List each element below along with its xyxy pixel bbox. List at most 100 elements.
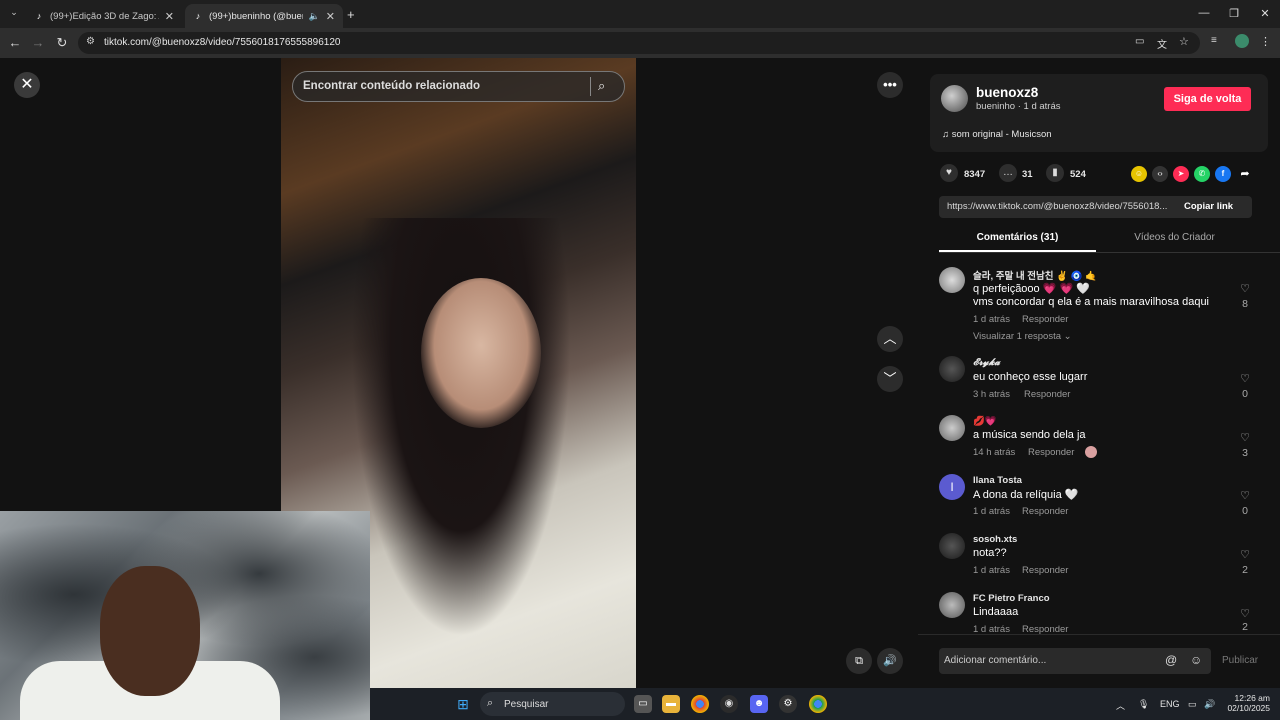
emoji-icon[interactable]: ☺: [1190, 653, 1202, 667]
cast-icon[interactable]: ▭: [1135, 36, 1144, 47]
facebook-icon[interactable]: f: [1215, 166, 1231, 182]
comment-like-icon[interactable]: ♡: [1237, 372, 1253, 385]
music-label: som original - Musicson: [951, 129, 1052, 140]
creator-username[interactable]: buenoxz8: [976, 85, 1038, 100]
comment-username[interactable]: 𝓔𝓻𝔂𝓴𝓪: [973, 357, 1000, 368]
emoji-share-icon[interactable]: ☺: [1131, 166, 1147, 182]
restore-icon[interactable]: ❐: [1227, 7, 1241, 20]
comment-username[interactable]: Ilana Tosta: [973, 475, 1022, 486]
network-icon[interactable]: ▭: [1188, 699, 1197, 710]
language-indicator[interactable]: ENG: [1160, 699, 1180, 709]
reply-button[interactable]: Responder: [1024, 389, 1070, 400]
embed-icon[interactable]: ‹›: [1152, 166, 1168, 182]
minimize-icon[interactable]: —: [1197, 7, 1211, 19]
site-info-icon[interactable]: ⚙: [86, 36, 95, 47]
comment-avatar[interactable]: [939, 356, 965, 382]
comment-text: q perfeiçãooo 💗 💗 🤍: [973, 283, 1090, 295]
follow-back-button[interactable]: Siga de volta: [1164, 87, 1251, 111]
more-share-icon[interactable]: ➦: [1237, 166, 1253, 182]
volume-icon[interactable]: 🔊: [877, 648, 903, 674]
tiktok-icon: ♪: [195, 11, 201, 21]
discord-icon[interactable]: ☻: [750, 695, 768, 713]
tab-divider: [939, 252, 1280, 253]
bookmark-star-icon[interactable]: ☆: [1179, 35, 1189, 48]
close-window-icon[interactable]: ✕: [1258, 7, 1272, 20]
more-options-icon[interactable]: •••: [877, 72, 903, 98]
comment-username[interactable]: 슬라, 주말 내 전남친 ✌ 🧿 🤙: [973, 268, 1097, 282]
video-link[interactable]: https://www.tiktok.com/@buenoxz8/video/7…: [947, 201, 1179, 212]
view-replies-button[interactable]: Visualizar 1 resposta ⌄: [973, 331, 1072, 342]
clock[interactable]: 12:26 am 02/10/2025: [1226, 693, 1270, 713]
comment-count: 31: [1022, 169, 1033, 180]
music-row[interactable]: ♫ som original - Musicson: [942, 129, 1052, 140]
creator-liked-avatar: [1085, 446, 1097, 458]
comment-avatar[interactable]: [939, 267, 965, 293]
video-frame-face: [421, 278, 541, 428]
close-tab-icon[interactable]: ✕: [326, 10, 335, 23]
close-tab-icon[interactable]: ✕: [165, 10, 174, 23]
translate-icon[interactable]: 文: [1157, 36, 1167, 51]
mini-player-icon[interactable]: ⧉: [846, 648, 872, 674]
file-explorer-icon[interactable]: ▬: [662, 695, 680, 713]
obs-icon[interactable]: ◉: [720, 695, 738, 713]
comment-like-icon[interactable]: ♡: [1237, 282, 1253, 295]
chrome-icon[interactable]: [691, 695, 709, 713]
search-icon[interactable]: ⌕: [598, 78, 605, 94]
windows-start-icon[interactable]: ⊞: [454, 695, 472, 713]
taskbar-search-icon: ⌕: [487, 697, 494, 709]
mention-icon[interactable]: @: [1165, 653, 1177, 667]
browser-tab-1[interactable]: ♪ (99+)Edição 3D de Zago: A Me ✕: [26, 4, 182, 28]
taskbar-search[interactable]: [480, 692, 625, 716]
close-video-button[interactable]: ✕: [14, 72, 40, 98]
search-divider: [590, 77, 591, 96]
comment-like-count: 2: [1242, 564, 1248, 576]
tab-title: (99+)bueninho (@buenoxz: [209, 10, 303, 22]
comment-like-icon[interactable]: ♡: [1237, 607, 1253, 620]
back-icon[interactable]: ←: [6, 34, 24, 52]
reply-button[interactable]: Responder: [1022, 565, 1068, 576]
reply-button[interactable]: Responder: [1022, 314, 1068, 325]
comment-avatar[interactable]: I: [939, 474, 965, 500]
comment-like-icon[interactable]: ♡: [1237, 489, 1253, 502]
microphone-icon[interactable]: 🎙: [1138, 699, 1149, 710]
favorite-icon[interactable]: ▮: [1046, 164, 1064, 182]
tab-creator-videos[interactable]: Vídeos do Criador: [1096, 232, 1253, 243]
comment-like-icon[interactable]: ♡: [1237, 431, 1253, 444]
reply-button[interactable]: Responder: [1022, 506, 1068, 517]
like-icon[interactable]: ♥: [940, 164, 958, 182]
tab-search-icon[interactable]: ⌄: [6, 7, 22, 21]
profile-avatar-icon[interactable]: [1235, 34, 1249, 48]
comment-like-count: 0: [1242, 505, 1248, 517]
browser-tab-2[interactable]: ♪ (99+)bueninho (@buenoxz 🔈 ✕: [185, 4, 343, 28]
comment-time: 1 d atrás: [973, 565, 1010, 576]
comment-avatar[interactable]: [939, 592, 965, 618]
next-video-icon[interactable]: ﹀: [877, 366, 903, 392]
menu-icon[interactable]: ⋮: [1260, 35, 1271, 48]
creator-avatar[interactable]: [941, 85, 968, 112]
new-tab-icon[interactable]: +: [347, 7, 355, 22]
reload-icon[interactable]: ↻: [53, 34, 71, 52]
url-text[interactable]: tiktok.com/@buenoxz8/video/7556018176555…: [104, 37, 340, 48]
speaker-icon[interactable]: 🔈: [309, 11, 320, 22]
comment-avatar[interactable]: [939, 415, 965, 441]
comment-username[interactable]: 💋💗: [973, 416, 997, 427]
reading-list-icon[interactable]: ≡: [1211, 35, 1217, 46]
tray-overflow-icon[interactable]: ︿: [1116, 699, 1125, 712]
tab-comments[interactable]: Comentários (31): [939, 232, 1096, 243]
task-view-icon[interactable]: ▭: [634, 695, 652, 713]
previous-video-icon[interactable]: ︿: [877, 326, 903, 352]
comment-avatar[interactable]: [939, 533, 965, 559]
comment-like-icon[interactable]: ♡: [1237, 548, 1253, 561]
whatsapp-icon[interactable]: ✆: [1194, 166, 1210, 182]
comment-username[interactable]: sosoh.xts: [973, 534, 1017, 545]
publish-button[interactable]: Publicar: [1222, 655, 1258, 666]
comment-icon[interactable]: …: [999, 164, 1017, 182]
chrome-profile-icon[interactable]: [809, 695, 827, 713]
speaker-tray-icon[interactable]: 🔊: [1204, 699, 1215, 710]
forward-icon[interactable]: →: [29, 34, 47, 52]
steam-icon[interactable]: ⚙: [779, 695, 797, 713]
comment-username[interactable]: FC Pietro Franco: [973, 593, 1050, 604]
reply-button[interactable]: Responder: [1028, 447, 1074, 458]
send-icon[interactable]: ➤: [1173, 166, 1189, 182]
copy-link-button[interactable]: Copiar link: [1184, 201, 1233, 212]
